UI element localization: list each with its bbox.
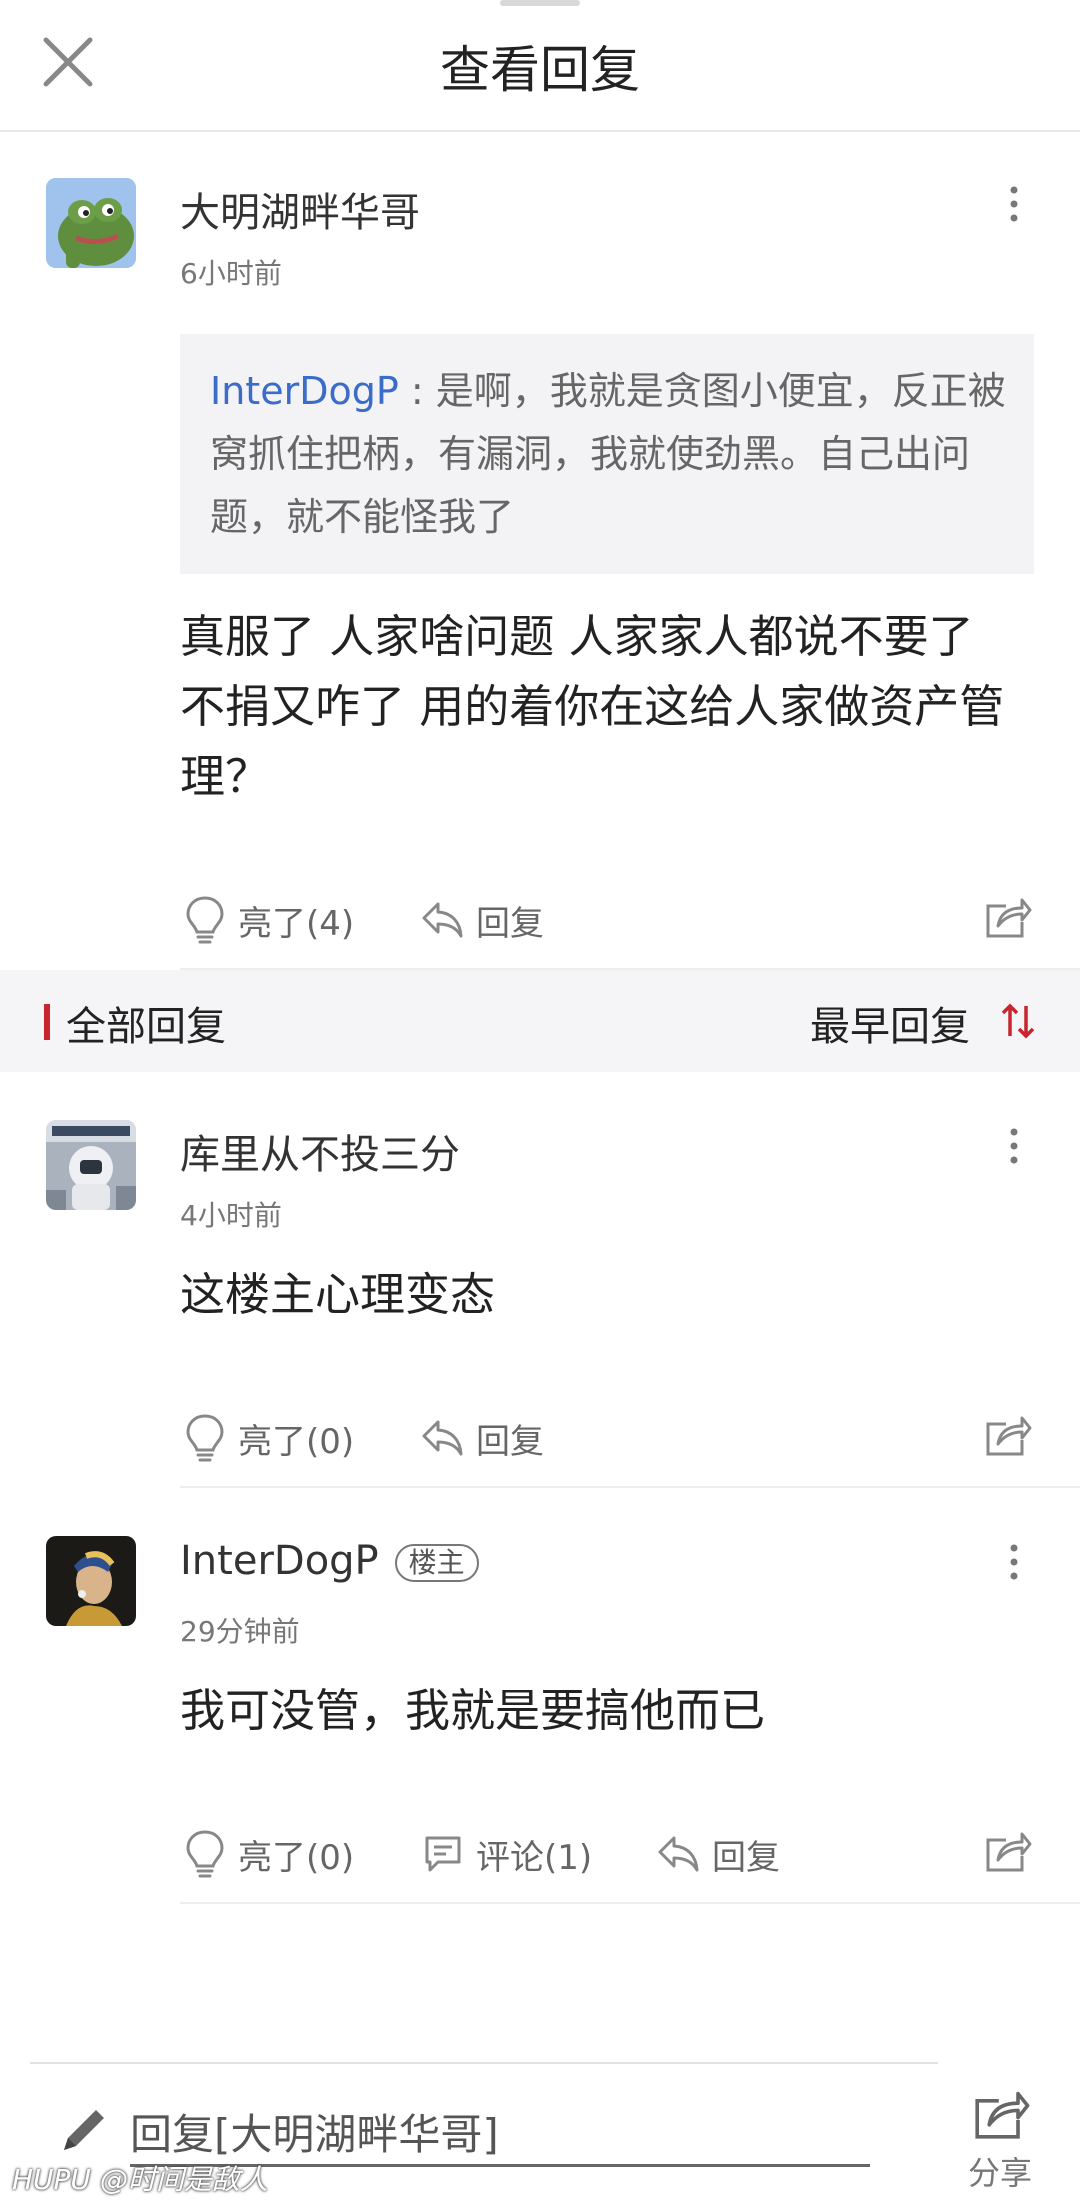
reply-arrow-icon [422,1420,463,1456]
quote-separator: : [398,369,436,413]
avatar[interactable] [46,178,136,268]
reply-time: 4小时前 [180,1199,282,1232]
more-options-icon[interactable] [994,184,1034,224]
avatar[interactable] [46,1536,136,1626]
comment-icon [425,1836,461,1872]
share-label: 分享 [967,2154,1032,2192]
quoted-username[interactable]: InterDogP [210,369,399,413]
lightbulb-icon [186,1414,224,1462]
reply-body: 我可没管，我就是要搞他而已 [180,1684,766,1737]
share-icon[interactable] [982,892,1032,942]
reply-time: 29分钟前 [180,1615,300,1648]
comment-time: 6小时前 [180,257,282,290]
section-title: 全部回复 [66,1004,226,1050]
section-accent-mark [44,1004,50,1040]
bottom-bar-divider [30,2062,938,2064]
reply-username-row: InterDogP 楼主 [180,1538,479,1584]
light-count-label: 亮了(4) [238,903,355,944]
reply-button[interactable]: 回复 [420,1408,544,1468]
light-button[interactable]: 亮了(0) [184,1408,354,1468]
share-button[interactable]: 分享 [960,2084,1040,2194]
lightbulb-icon [186,1830,224,1878]
share-icon[interactable] [982,1826,1032,1876]
reply-body: 这楼主心理变态 [180,1268,496,1321]
more-options-icon[interactable] [994,1126,1034,1166]
sort-icon[interactable] [1000,1002,1036,1040]
lightbulb-icon [186,896,224,944]
reply-username[interactable]: InterDogP [180,1538,379,1584]
comment-username[interactable]: 大明湖畔华哥 [180,180,420,238]
reply-label: 回复 [476,903,544,944]
reply-arrow-icon [658,1836,699,1872]
divider [180,1486,1080,1488]
watermark: HUPU @时间是敌人 [12,2163,268,2196]
reply-label: 回复 [476,1421,544,1462]
share-icon[interactable] [982,1410,1032,1460]
op-badge: 楼主 [394,1544,479,1582]
reply-button[interactable]: 回复 [656,1824,780,1884]
sort-button[interactable]: 最早回复 [810,994,970,1052]
drag-handle[interactable] [500,0,580,6]
avatar[interactable] [46,1120,136,1210]
comment-body: 真服了 人家啥问题 人家家人都说不要了 不捐又咋了 用的着你在这给人家做资产管理… [180,610,1005,803]
light-button[interactable]: 亮了(4) [184,890,354,950]
more-options-icon[interactable] [994,1542,1034,1582]
comment-button[interactable]: 评论(1) [422,1824,592,1884]
light-count-label: 亮了(0) [238,1421,355,1462]
reply-label: 回复 [712,1837,780,1878]
light-button[interactable]: 亮了(0) [184,1824,354,1884]
divider [180,1902,1080,1904]
comment-count-label: 评论(1) [476,1837,593,1878]
pencil-icon [56,2104,110,2158]
light-count-label: 亮了(0) [238,1837,355,1878]
page-title: 查看回复 [440,41,640,99]
share-icon [975,2091,1030,2139]
reply-username[interactable]: 库里从不投三分 [180,1122,460,1180]
reply-button[interactable]: 回复 [420,890,544,950]
reply-arrow-icon [422,902,463,938]
quoted-reply-text: InterDogP : 是啊，我就是贪图小便宜，反正被窝抓住把柄，有漏洞，我就使… [210,360,1010,549]
